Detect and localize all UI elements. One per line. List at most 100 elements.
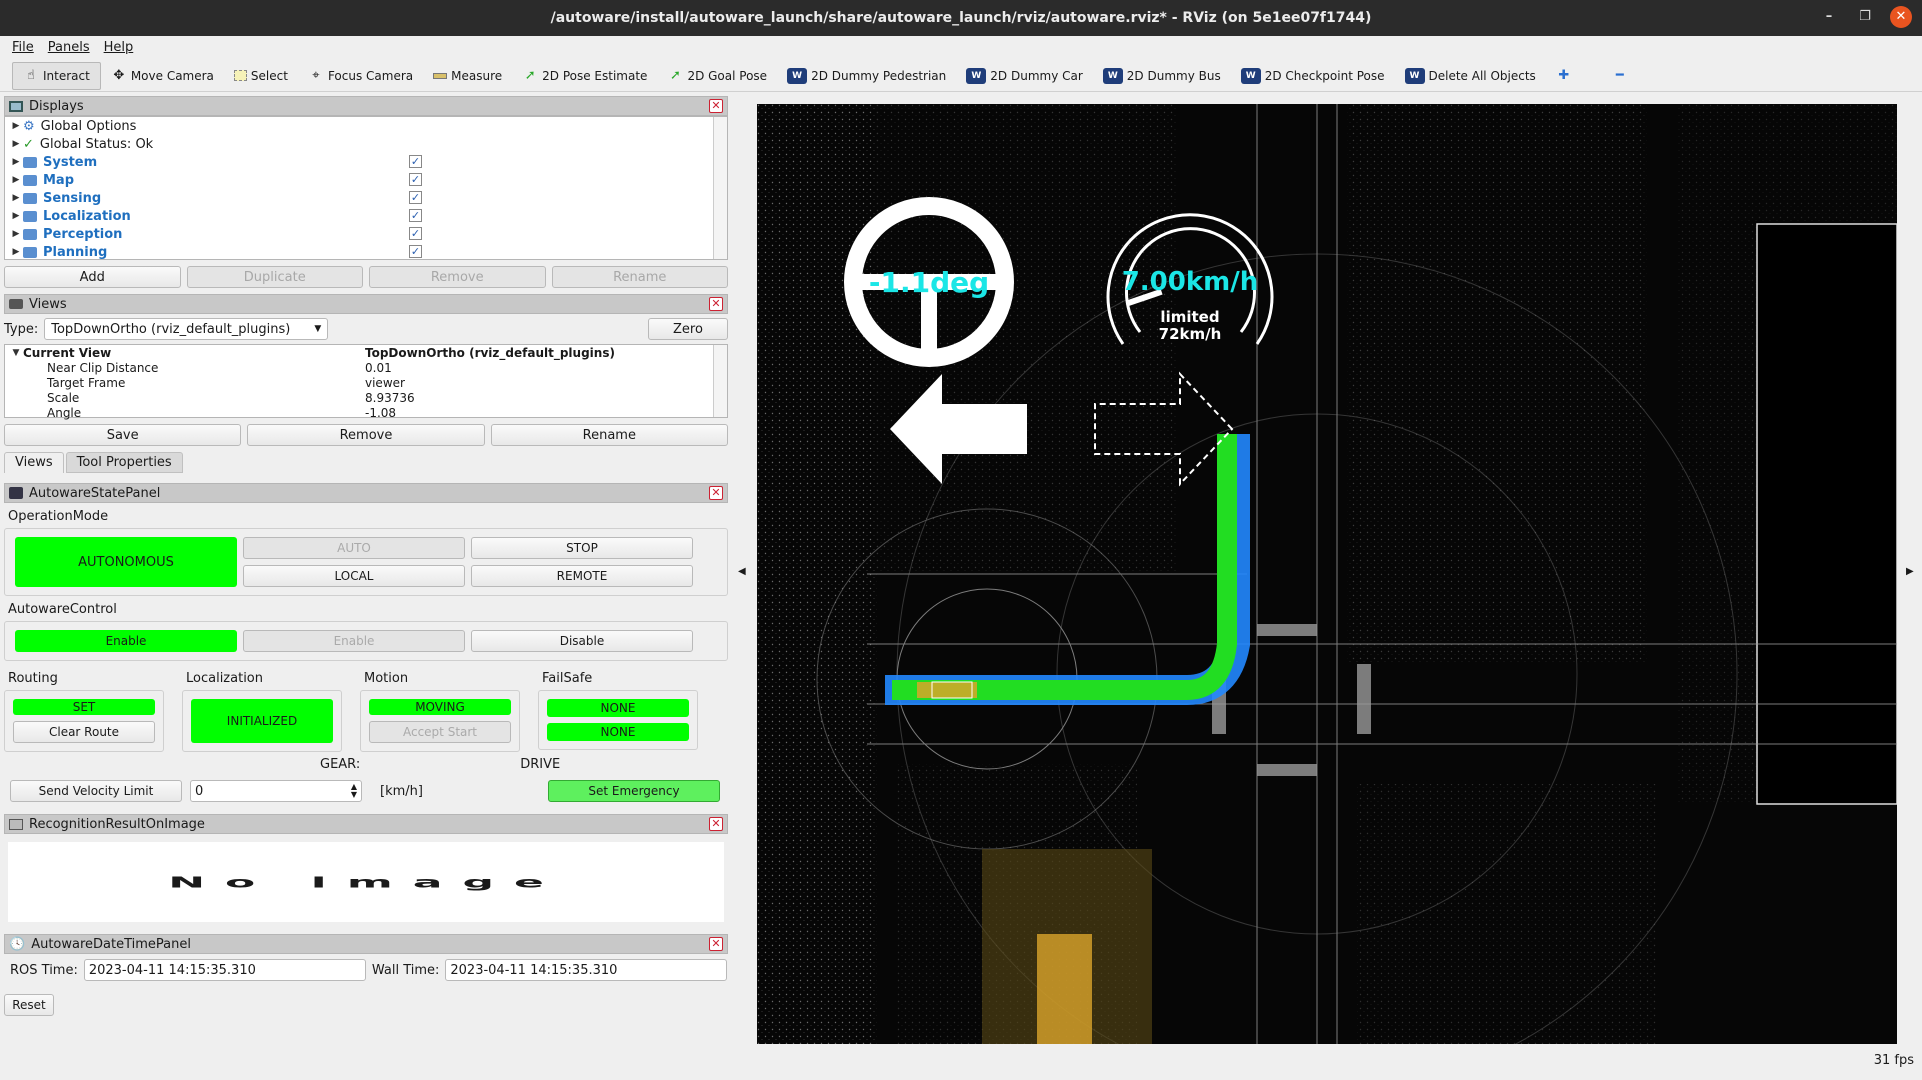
localization-label: Localization: [186, 671, 263, 686]
close-icon[interactable]: ✕: [709, 937, 723, 951]
views-scrollbar[interactable]: [713, 345, 727, 417]
displays-scrollbar[interactable]: [713, 117, 727, 259]
tree-row[interactable]: ▶ Sensing ✓: [5, 189, 727, 207]
disable-button[interactable]: Disable: [471, 630, 693, 652]
accept-start-button[interactable]: Accept Start: [369, 721, 511, 743]
remove-display-button[interactable]: Remove: [369, 266, 546, 288]
velocity-input[interactable]: 0 ▲ ▼: [190, 780, 362, 802]
view-prop-row[interactable]: Near Clip Distance 0.01: [5, 360, 727, 375]
expand-arrow-icon[interactable]: ▶: [9, 139, 23, 149]
spinner-arrows-icon[interactable]: ▲ ▼: [351, 783, 357, 799]
status-columns: Routing SET Clear Route Localization INI…: [4, 671, 728, 752]
tree-row[interactable]: ▶ ✓ Global Status: Ok: [5, 135, 727, 153]
delete-all-tool[interactable]: W Delete All Objects: [1395, 62, 1546, 90]
pose-estimate-tool[interactable]: ➚ 2D Pose Estimate: [512, 62, 657, 90]
menu-help[interactable]: Help: [104, 40, 134, 55]
tree-row[interactable]: ▶ System ✓: [5, 153, 727, 171]
visibility-checkbox[interactable]: ✓: [409, 245, 422, 258]
view-prop-row[interactable]: Angle -1.08: [5, 405, 727, 420]
tree-row[interactable]: ▶ ⚙ Global Options: [5, 117, 727, 135]
goal-pose-tool[interactable]: ➚ 2D Goal Pose: [657, 62, 777, 90]
minimize-icon[interactable]: –: [1818, 6, 1840, 28]
left-collapse-arrow-icon[interactable]: ◀: [738, 566, 746, 577]
remote-button[interactable]: REMOTE: [471, 565, 693, 587]
close-icon[interactable]: ✕: [709, 99, 723, 113]
view-prop-row[interactable]: Scale 8.93736: [5, 390, 727, 405]
remove-view-button[interactable]: Remove: [247, 424, 485, 446]
expand-arrow-icon[interactable]: ▶: [9, 121, 23, 131]
state-panel-header: AutowareStatePanel ✕: [4, 483, 728, 503]
view-type-value: TopDownOrtho (rviz_default_plugins): [51, 321, 291, 337]
measure-tool[interactable]: Measure: [423, 62, 512, 90]
dummy-bus-tool[interactable]: W 2D Dummy Bus: [1093, 62, 1231, 90]
close-icon[interactable]: ✕: [709, 297, 723, 311]
wall-time-value: 2023-04-11 14:15:35.310: [450, 962, 618, 978]
close-icon[interactable]: ✕: [709, 486, 723, 500]
visibility-checkbox[interactable]: ✓: [409, 191, 422, 204]
dummy-car-tool[interactable]: W 2D Dummy Car: [956, 62, 1093, 90]
visibility-checkbox[interactable]: ✓: [409, 173, 422, 186]
save-view-button[interactable]: Save: [4, 424, 242, 446]
expand-arrow-icon[interactable]: ▶: [9, 193, 23, 203]
remove-tool-button[interactable]: ━: [1602, 62, 1638, 90]
expand-arrow-icon[interactable]: ▶: [9, 211, 23, 221]
checkpoint-pose-tool[interactable]: W 2D Checkpoint Pose: [1231, 62, 1395, 90]
set-emergency-button[interactable]: Set Emergency: [548, 780, 720, 802]
menu-file[interactable]: File: [12, 40, 34, 55]
tab-views[interactable]: Views: [4, 452, 64, 473]
current-view-row[interactable]: ▼ Current View TopDownOrtho (rviz_default_…: [5, 345, 727, 360]
move-camera-tool[interactable]: ✥ Move Camera: [101, 62, 224, 90]
tree-row[interactable]: ▶ Perception ✓: [5, 225, 727, 243]
select-tool[interactable]: Select: [224, 62, 298, 90]
expand-arrow-icon[interactable]: ▶: [9, 229, 23, 239]
rename-view-button[interactable]: Rename: [490, 424, 728, 446]
map-render[interactable]: -1.1deg 7.00km/h limited 72km/h: [757, 104, 1897, 1044]
auto-button[interactable]: AUTO: [243, 537, 465, 559]
delete-all-label: Delete All Objects: [1428, 68, 1536, 83]
rviz-3d-viewport[interactable]: -1.1deg 7.00km/h limited 72km/h: [757, 104, 1897, 1044]
expand-arrow-icon[interactable]: ▶: [9, 157, 23, 167]
ros-time-field[interactable]: 2023-04-11 14:15:35.310: [83, 959, 366, 981]
send-velocity-limit-button[interactable]: Send Velocity Limit: [10, 780, 182, 802]
interact-tool[interactable]: ☝ Interact: [12, 61, 101, 90]
tool-toolbar: ☝ Interact ✥ Move Camera Select ⌖ Focus Cam…: [0, 60, 1922, 92]
select-label: Select: [250, 68, 288, 83]
dummy-car-label: 2D Dummy Car: [990, 68, 1083, 83]
add-tool-button[interactable]: ✚: [1546, 62, 1582, 90]
focus-camera-tool[interactable]: ⌖ Focus Camera: [298, 62, 423, 90]
reset-button[interactable]: Reset: [4, 994, 54, 1016]
expand-arrow-icon[interactable]: ▶: [9, 247, 23, 257]
dummy-pedestrian-tool[interactable]: W 2D Dummy Pedestrian: [777, 62, 956, 90]
wall-time-field[interactable]: 2023-04-11 14:15:35.310: [445, 959, 728, 981]
operation-mode-group: AUTONOMOUS AUTO STOP LOCAL REMOTE: [4, 528, 728, 596]
view-type-select[interactable]: TopDownOrtho (rviz_default_plugins) ▼: [44, 318, 329, 340]
add-display-button[interactable]: Add: [4, 266, 181, 288]
clear-route-button[interactable]: Clear Route: [13, 721, 155, 743]
expand-arrow-icon[interactable]: ▶: [9, 175, 23, 185]
rename-display-button[interactable]: Rename: [551, 266, 728, 288]
visibility-checkbox[interactable]: ✓: [409, 155, 422, 168]
tree-row[interactable]: ▶ Map ✓: [5, 171, 727, 189]
stop-button[interactable]: STOP: [471, 537, 693, 559]
menu-panels[interactable]: Panels: [48, 40, 90, 55]
window-title: /autoware/install/autoware_launch/share/…: [550, 10, 1372, 26]
zero-button[interactable]: Zero: [648, 318, 728, 340]
restore-icon[interactable]: ❐: [1854, 6, 1876, 28]
local-button[interactable]: LOCAL: [243, 565, 465, 587]
visibility-checkbox[interactable]: ✓: [409, 227, 422, 240]
right-collapse-arrow-icon[interactable]: ▶: [1906, 566, 1914, 577]
image-icon: [9, 818, 23, 830]
tree-label: Global Status: Ok: [39, 136, 154, 152]
tree-label: Planning: [43, 244, 108, 260]
visibility-checkbox[interactable]: ✓: [409, 209, 422, 222]
enable-button[interactable]: Enable: [243, 630, 465, 652]
collapse-arrow-icon[interactable]: ▼: [9, 348, 23, 358]
tree-row[interactable]: ▶ Planning ✓: [5, 243, 727, 260]
close-icon[interactable]: ✕: [1890, 6, 1912, 28]
tab-tool-properties[interactable]: Tool Properties: [65, 452, 183, 473]
view-prop-row[interactable]: Target Frame viewer: [5, 375, 727, 390]
duplicate-display-button[interactable]: Duplicate: [186, 266, 363, 288]
close-icon[interactable]: ✕: [709, 817, 723, 831]
dummy-pedestrian-label: 2D Dummy Pedestrian: [811, 68, 947, 83]
tree-row[interactable]: ▶ Localization ✓: [5, 207, 727, 225]
